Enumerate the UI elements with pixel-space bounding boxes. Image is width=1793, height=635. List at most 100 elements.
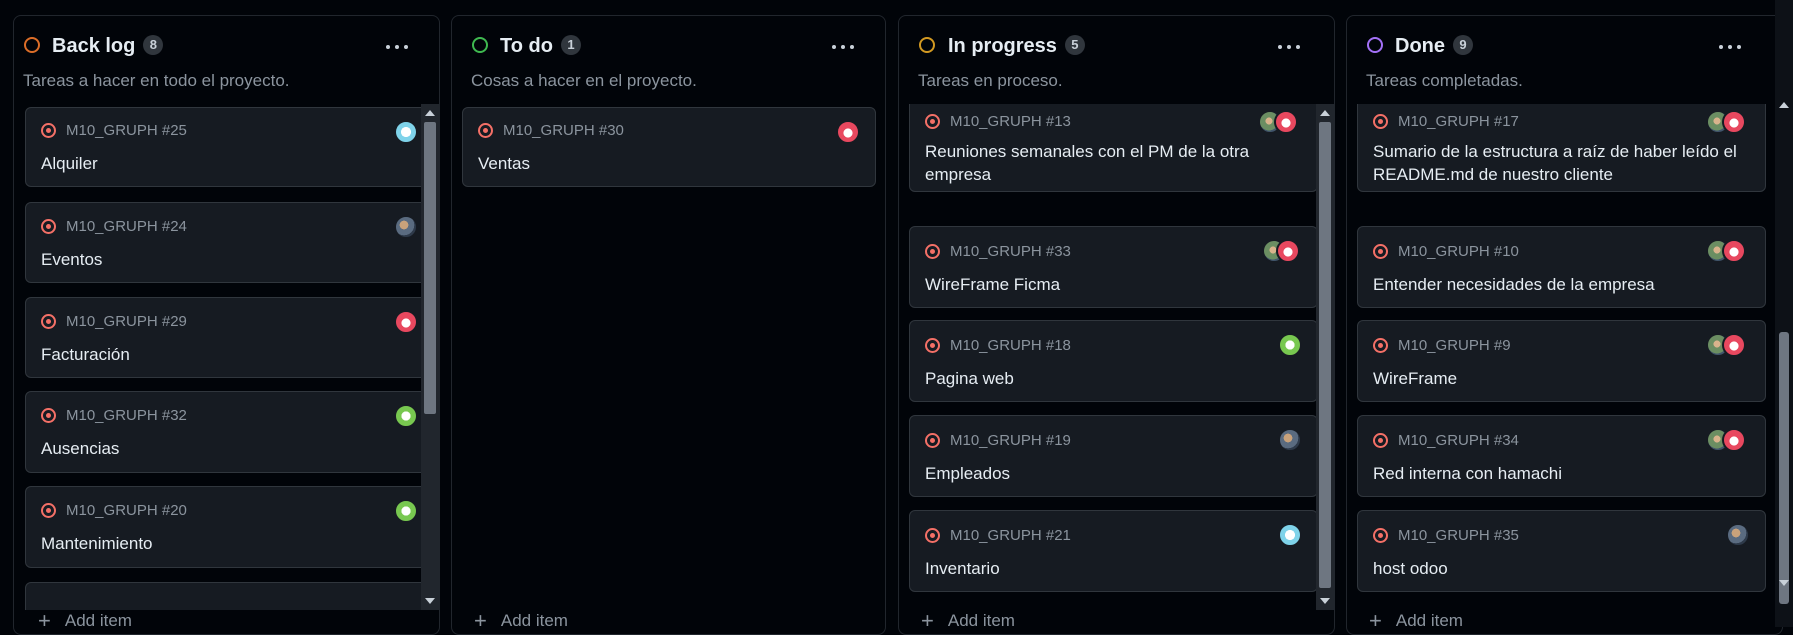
issue-card[interactable]: M10_GRUPH #13 Reuniones semanales con el…	[909, 104, 1318, 192]
issue-card[interactable]: M10_GRUPH #17 Sumario de la estructura a…	[1357, 104, 1766, 192]
issue-title[interactable]: Sumario de la estructura a raíz de haber…	[1373, 140, 1749, 186]
issue-reference: M10_GRUPH #20	[66, 502, 187, 519]
scroll-down-arrow-icon[interactable]	[1320, 598, 1330, 604]
scroll-up-arrow-icon[interactable]	[1320, 110, 1330, 116]
project-board: Back log 8 Tareas a hacer en todo el proy…	[0, 0, 1793, 635]
card-list: M10_GRUPH #25 Alquiler M10_GRUPH #24 Eve…	[14, 102, 439, 610]
add-item-button[interactable]: + Add item	[921, 608, 1015, 634]
issue-reference: M10_GRUPH #32	[66, 407, 187, 424]
open-issue-icon	[1373, 114, 1388, 129]
assignees	[1258, 110, 1302, 134]
issue-card[interactable]: M10_GRUPH #35 host odoo	[1357, 510, 1766, 592]
column-title: To do 1	[500, 35, 581, 58]
column-description: Tareas completadas.	[1366, 71, 1523, 90]
avatar-2[interactable]	[1722, 239, 1746, 263]
avatar-2[interactable]	[1276, 239, 1300, 263]
add-item-button[interactable]: + Add item	[1369, 608, 1463, 634]
assignees	[394, 215, 418, 239]
issue-title[interactable]: Inventario	[925, 557, 1301, 580]
photo-avatar[interactable]	[1278, 428, 1302, 452]
scroll-up-arrow-icon[interactable]	[1779, 102, 1789, 108]
status-circle-icon	[472, 37, 488, 53]
assignees	[1278, 333, 1302, 357]
add-item-button[interactable]: + Add item	[474, 608, 568, 634]
issue-title[interactable]: Red interna con hamachi	[1373, 462, 1749, 485]
issue-title[interactable]: Entender necesidades de la empresa	[1373, 273, 1749, 296]
issue-card[interactable]: M10_GRUPH #18 Pagina web	[909, 320, 1318, 402]
board-scrollbar[interactable]	[1775, 0, 1793, 627]
issue-title[interactable]: Ventas	[478, 152, 859, 175]
column-scrollbar[interactable]	[1316, 104, 1334, 610]
issue-card[interactable]: M10_GRUPH #25 Alquiler	[25, 107, 434, 187]
issue-card[interactable]: M10_GRUPH #32 Ausencias	[25, 391, 434, 473]
issue-card[interactable]: M10_GRUPH #34 Red interna con hamachi	[1357, 415, 1766, 497]
issue-reference: M10_GRUPH #25	[66, 122, 187, 139]
issue-reference: M10_GRUPH #34	[1398, 432, 1519, 449]
issue-title[interactable]: WireFrame	[1373, 367, 1749, 390]
assignees	[1278, 523, 1302, 547]
open-issue-icon	[925, 528, 940, 543]
issue-title[interactable]: Ausencias	[41, 437, 417, 460]
red-identicon-avatar[interactable]	[394, 310, 418, 334]
assignees	[394, 404, 418, 428]
photo-avatar[interactable]	[1726, 523, 1750, 547]
avatar-2[interactable]	[1722, 333, 1746, 357]
scroll-up-arrow-icon[interactable]	[425, 110, 435, 116]
issue-title[interactable]: Pagina web	[925, 367, 1301, 390]
issue-title[interactable]: Facturación	[41, 343, 417, 366]
issue-card[interactable]: M10_GRUPH #10 Entender necesidades de la…	[1357, 226, 1766, 308]
issue-card[interactable]: M10_GRUPH #20 Mantenimiento	[25, 486, 434, 568]
green-identicon-avatar[interactable]	[394, 404, 418, 428]
assignees	[1706, 333, 1750, 357]
issue-card[interactable]: M10_GRUPH #24 Eventos	[25, 202, 434, 283]
status-circle-icon	[24, 37, 40, 53]
issue-card-partial[interactable]	[25, 582, 434, 610]
issue-title[interactable]: Alquiler	[41, 152, 417, 175]
more-options-icon[interactable]	[385, 40, 409, 54]
item-count-badge: 5	[1064, 35, 1085, 55]
status-circle-icon	[919, 37, 935, 53]
issue-reference: M10_GRUPH #33	[950, 243, 1071, 260]
issue-title[interactable]: Mantenimiento	[41, 532, 417, 555]
cyan-identicon-avatar[interactable]	[394, 120, 418, 144]
cyan-identicon-avatar[interactable]	[1278, 523, 1302, 547]
issue-card[interactable]: M10_GRUPH #19 Empleados	[909, 415, 1318, 497]
issue-card[interactable]: M10_GRUPH #29 Facturación	[25, 297, 434, 378]
open-issue-icon	[478, 123, 493, 138]
issue-title[interactable]: Empleados	[925, 462, 1301, 485]
avatar-2[interactable]	[1722, 428, 1746, 452]
assignees	[836, 120, 860, 144]
card-list: M10_GRUPH #17 Sumario de la estructura a…	[1347, 104, 1782, 610]
plus-icon: +	[921, 608, 934, 633]
issue-card[interactable]: M10_GRUPH #30 Ventas	[462, 107, 876, 187]
issue-card[interactable]: M10_GRUPH #21 Inventario	[909, 510, 1318, 592]
issue-title[interactable]: host odoo	[1373, 557, 1749, 580]
open-issue-icon	[41, 123, 56, 138]
more-options-icon[interactable]	[831, 40, 855, 54]
column-header: Back log 8 Tareas a hacer en todo el proy…	[14, 16, 439, 102]
issue-title[interactable]: Reuniones semanales con el PM de la otra…	[925, 140, 1301, 186]
add-item-button[interactable]: + Add item	[38, 608, 132, 634]
more-options-icon[interactable]	[1718, 40, 1742, 54]
scroll-thumb[interactable]	[1319, 122, 1331, 588]
scroll-down-arrow-icon[interactable]	[1779, 580, 1789, 586]
issue-title[interactable]: Eventos	[41, 248, 417, 271]
open-issue-icon	[41, 219, 56, 234]
red-identicon-avatar[interactable]	[836, 120, 860, 144]
scroll-down-arrow-icon[interactable]	[425, 598, 435, 604]
avatar-2[interactable]	[1722, 110, 1746, 134]
assignees	[394, 120, 418, 144]
more-options-icon[interactable]	[1277, 40, 1301, 54]
open-issue-icon	[925, 433, 940, 448]
avatar-2[interactable]	[1274, 110, 1298, 134]
green-identicon-avatar[interactable]	[1278, 333, 1302, 357]
issue-title[interactable]: WireFrame Ficma	[925, 273, 1301, 296]
green-identicon-avatar[interactable]	[394, 499, 418, 523]
photo-avatar[interactable]	[394, 215, 418, 239]
scroll-thumb[interactable]	[424, 122, 436, 414]
column-done: Done 9 Tareas completadas. M10_GRUPH #17 …	[1346, 15, 1783, 635]
column-scrollbar[interactable]	[421, 104, 439, 610]
scroll-thumb[interactable]	[1779, 332, 1789, 604]
issue-card[interactable]: M10_GRUPH #33 WireFrame Ficma	[909, 226, 1318, 308]
issue-card[interactable]: M10_GRUPH #9 WireFrame	[1357, 320, 1766, 402]
